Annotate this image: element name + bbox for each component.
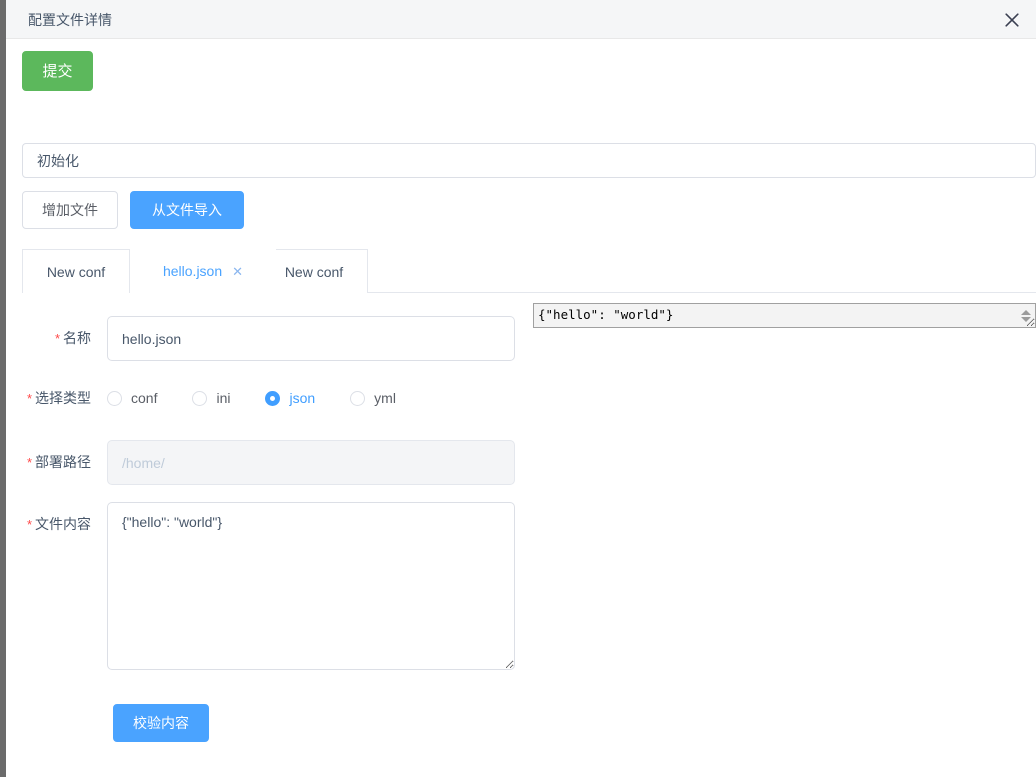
type-label-text: 选择类型 [35, 390, 91, 406]
name-label-text: 名称 [63, 330, 91, 346]
form-row-file-content: * 文件内容 [6, 502, 526, 672]
dialog-header: 配置文件详情 [6, 0, 1036, 39]
file-content-label-text: 文件内容 [35, 516, 91, 532]
deploy-path-label: * 部署路径 [6, 444, 91, 481]
app-root: 配置文件详情 提交 增加文件 从文件导入 New conf [0, 0, 1036, 777]
name-label: * 名称 [6, 320, 91, 357]
radio-label: json [289, 390, 316, 406]
file-tabs: New conf hello.json ✕ New conf [22, 249, 1036, 294]
add-file-button[interactable]: 增加文件 [22, 191, 118, 229]
radio-label: yml [374, 390, 396, 406]
dialog-body: 提交 增加文件 从文件导入 New conf hello.json ✕ New … [6, 39, 1036, 777]
tab-new-conf-2[interactable]: New conf [260, 249, 368, 293]
tab-label: New conf [284, 263, 344, 280]
config-detail-dialog: 配置文件详情 提交 增加文件 从文件导入 New conf [6, 0, 1036, 777]
required-marker: * [26, 391, 32, 406]
tab-label: hello.json [162, 263, 223, 279]
form-row-deploy-path: * 部署路径 [6, 440, 526, 485]
required-marker: * [54, 331, 60, 346]
submit-button[interactable]: 提交 [22, 51, 93, 91]
radio-circle-icon [350, 390, 366, 406]
radio-yml[interactable]: yml [350, 390, 396, 406]
radio-circle-icon [107, 390, 122, 406]
tab-close-icon[interactable]: ✕ [232, 265, 243, 278]
radio-json[interactable]: json [265, 390, 316, 406]
import-from-file-button[interactable]: 从文件导入 [130, 191, 244, 229]
type-radio-group: conf ini json yml [107, 380, 431, 416]
close-button[interactable] [1000, 8, 1024, 32]
radio-conf[interactable]: conf [107, 390, 158, 406]
tab-hello-json[interactable]: hello.json ✕ [130, 249, 276, 293]
config-name-input[interactable] [22, 143, 1036, 178]
tab-label: New conf [46, 263, 106, 280]
radio-label: conf [131, 390, 158, 406]
form-row-type: * 选择类型 conf ini json yml [6, 380, 526, 416]
radio-circle-checked-icon [265, 390, 281, 406]
radio-circle-icon [192, 390, 208, 406]
raw-content-textarea[interactable] [533, 303, 1036, 328]
deploy-path-label-text: 部署路径 [35, 454, 91, 470]
file-content-label: * 文件内容 [6, 506, 91, 543]
close-icon [1005, 13, 1019, 27]
form-row-name: * 名称 [6, 316, 526, 361]
page-title: 配置文件详情 [28, 12, 112, 28]
required-marker: * [26, 517, 32, 532]
name-input[interactable] [107, 316, 515, 361]
tabs-strip: New conf hello.json ✕ New conf [22, 249, 1036, 293]
deploy-path-input[interactable] [107, 440, 515, 485]
tab-new-conf-1[interactable]: New conf [22, 249, 130, 293]
validate-content-button[interactable]: 校验内容 [113, 704, 209, 742]
radio-label: ini [216, 390, 231, 406]
type-label: * 选择类型 [6, 380, 91, 417]
required-marker: * [26, 455, 32, 470]
radio-ini[interactable]: ini [192, 390, 231, 406]
file-content-textarea[interactable] [107, 502, 515, 670]
